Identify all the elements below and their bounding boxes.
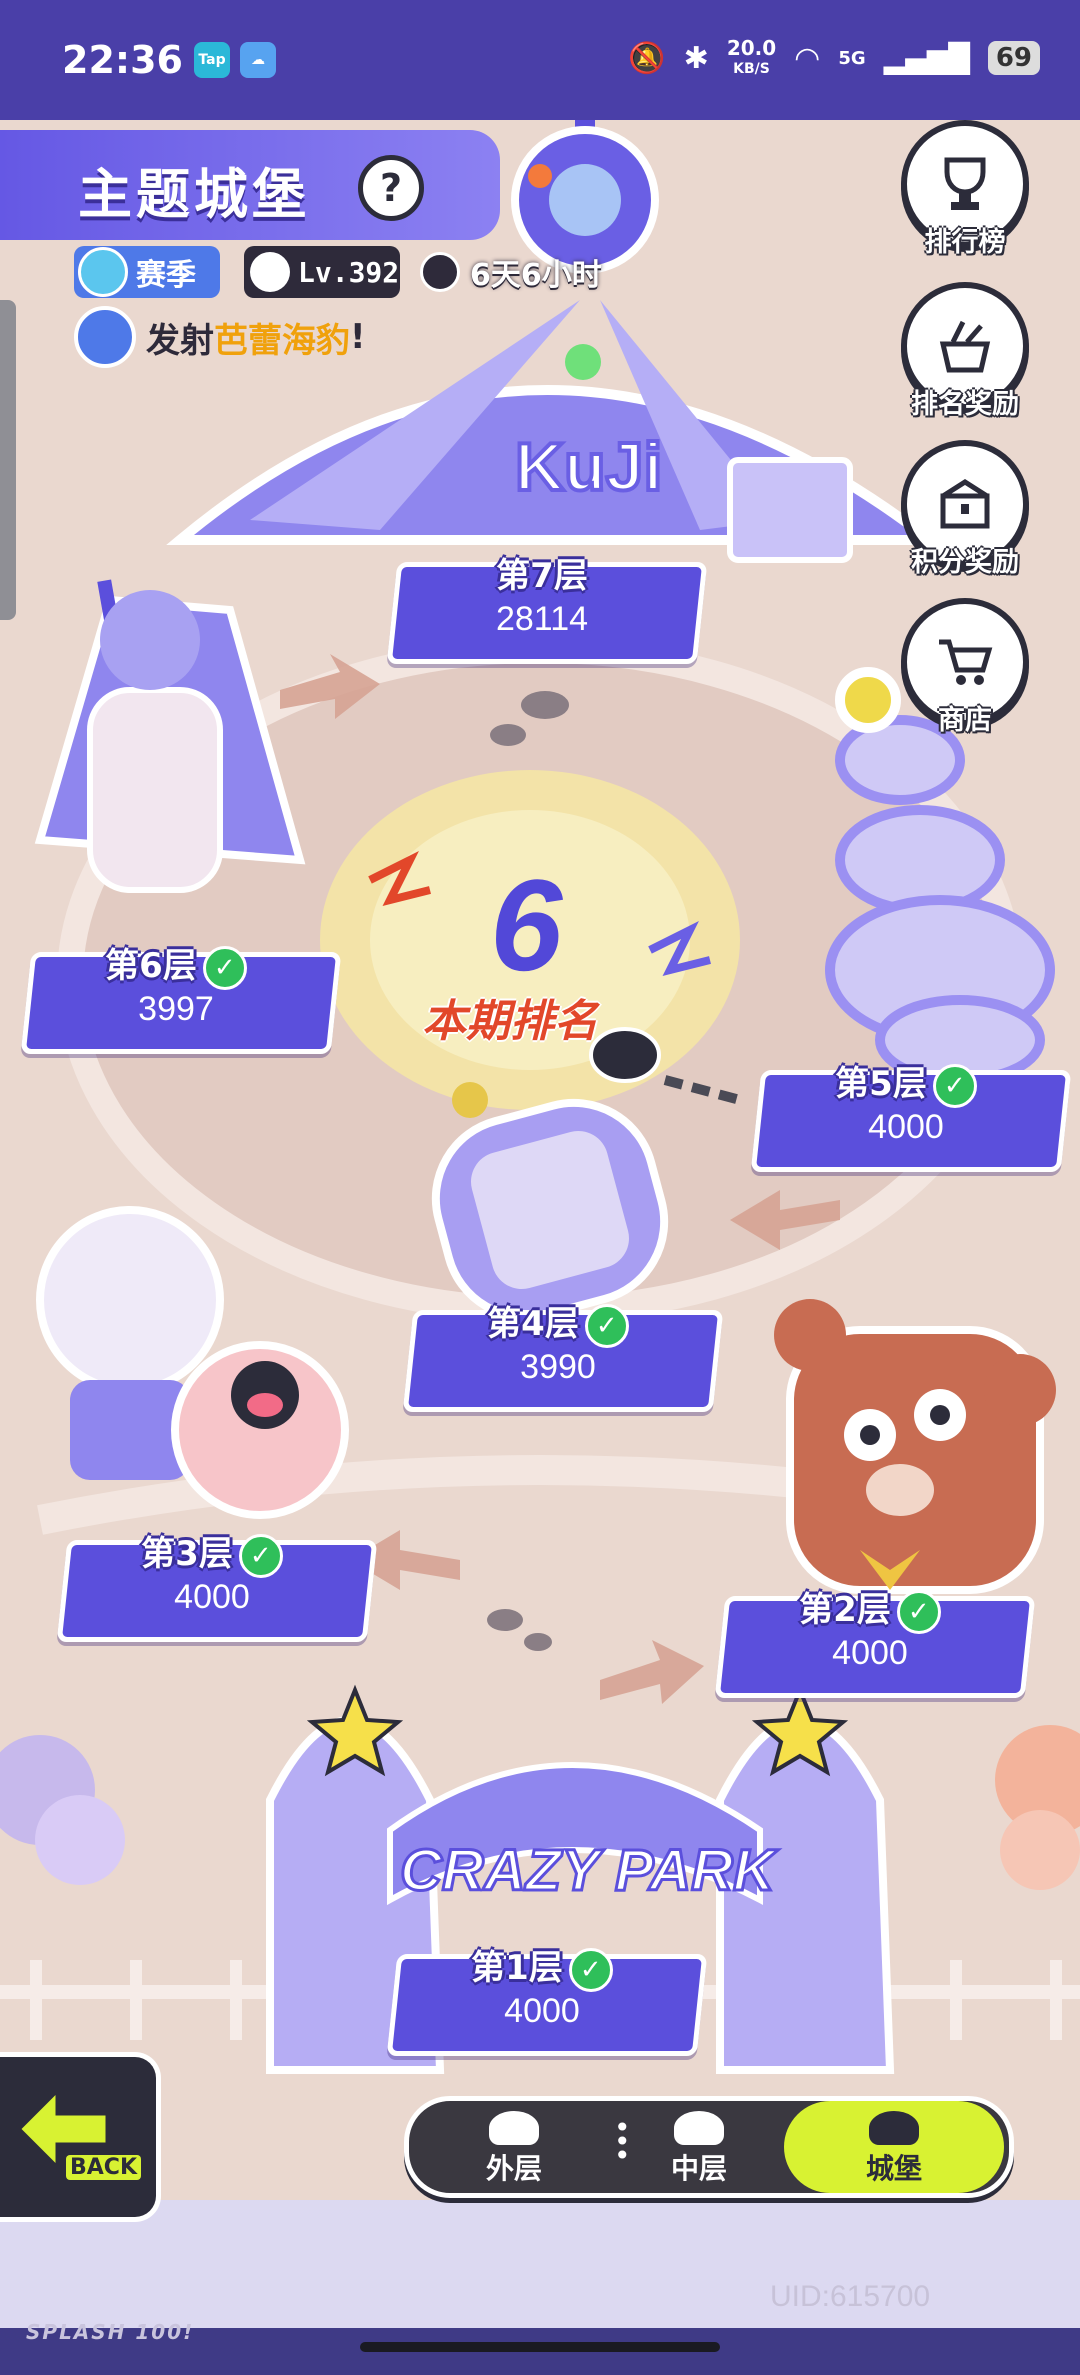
current-rank-label: 本期排名 (422, 996, 598, 1047)
current-rank-number: 6 (490, 852, 563, 998)
floor-6-score: 3997 (138, 990, 214, 1028)
tab-middle-layer[interactable]: 中层 (614, 2101, 784, 2193)
task-banner[interactable]: 发射 芭蕾海豹! (74, 306, 366, 368)
level-badge: Lv.392 (244, 246, 400, 298)
check-icon: ✓ (932, 1063, 977, 1108)
check-icon: ✓ (896, 1589, 941, 1634)
mute-icon: 🔕 (628, 40, 666, 76)
signal-icon: ▂▄▆█ (883, 41, 970, 75)
network-5g: 5G (838, 47, 866, 69)
rank-reward-label: 排名奖励 (911, 389, 1019, 420)
page-title: 主题城堡 (78, 163, 310, 226)
status-time: 22:36 (62, 38, 183, 82)
outer-layer-icon (489, 2111, 539, 2145)
floor-4-name: 第4层 ✓ (408, 1296, 708, 1348)
castle-icon (869, 2111, 919, 2145)
help-button[interactable]: ? (358, 155, 424, 221)
gate-sign-text: CRAZY PARK (400, 1838, 779, 1903)
floor-7-score: 28114 (495, 600, 589, 638)
points-reward-button[interactable]: 积分奖励 (898, 440, 1032, 580)
tent-sign-text: KuJi (515, 429, 662, 505)
floor-4-score: 3990 (520, 1348, 596, 1386)
wifi-icon: ◠ (794, 40, 821, 76)
leaderboard-button[interactable]: 排行榜 (898, 120, 1032, 260)
check-icon: ✓ (202, 945, 247, 990)
task-highlight: 芭蕾海豹 (214, 320, 350, 361)
floor-5-score: 4000 (868, 1108, 944, 1146)
tab-middle-label: 中层 (670, 2152, 727, 2185)
weather-app-icon: ☁ (240, 42, 276, 78)
middle-layer-icon (674, 2111, 724, 2145)
bluetooth-icon: ✱ (683, 40, 709, 76)
shopping-cart-icon (939, 639, 993, 685)
tab-outer-label: 外层 (485, 2152, 542, 2185)
points-reward-label: 积分奖励 (911, 547, 1019, 578)
user-id: UID:615700 (770, 2280, 931, 2313)
seal-avatar-icon (250, 252, 290, 292)
floor-7-name: 第7层 (496, 556, 588, 596)
clock-icon (420, 252, 460, 292)
edge-handle[interactable] (0, 300, 16, 620)
floor-2-plaque[interactable]: 第2层 ✓ 4000 (714, 1582, 1036, 1698)
floor-6-name: 第6层 ✓ (26, 938, 326, 990)
treasure-chest-icon (940, 479, 990, 529)
leaderboard-label: 排行榜 (924, 227, 1006, 258)
floor-5-name: 第5层 ✓ (756, 1056, 1056, 1108)
taptap-app-icon: Tap (194, 42, 230, 78)
back-label: BACK (66, 2155, 141, 2180)
floor-7-plaque[interactable]: 第7层 28114 (386, 548, 708, 664)
season-icon (78, 247, 128, 297)
home-indicator[interactable] (360, 2342, 720, 2352)
status-bar: 22:36 Tap ☁ 🔕 ✱ 20.0 KB/S ◠ 5G ▂▄▆█ 69 (0, 0, 1080, 120)
check-icon: ✓ (238, 1533, 283, 1578)
shop-button[interactable]: 商店 (898, 598, 1032, 738)
target-icon (74, 306, 136, 368)
task-prefix: 发射 (146, 320, 214, 361)
shop-label: 商店 (938, 705, 992, 736)
game-logo: SPLASH 100! (26, 2320, 195, 2344)
floor-2-name: 第2层 ✓ (720, 1582, 1020, 1634)
floor-6-plaque[interactable]: 第6层 ✓ 3997 (20, 938, 342, 1054)
season-label: 赛季 (136, 258, 196, 293)
floor-1-score: 4000 (504, 1992, 580, 2030)
floor-4-plaque[interactable]: 第4层 ✓ 3990 (402, 1296, 724, 1412)
floor-5-plaque[interactable]: 第5层 ✓ 4000 (750, 1056, 1072, 1172)
season-badge[interactable]: 赛季 (74, 246, 220, 298)
timer-text: 6天6小时 (470, 258, 602, 293)
bear-floor2 (774, 1299, 1056, 1594)
check-icon: ✓ (584, 1303, 629, 1348)
level-text: Lv.392 (298, 255, 400, 289)
tab-outer-layer[interactable]: 外层 (429, 2101, 599, 2193)
floor-1-name: 第1层 ✓ (392, 1940, 692, 1992)
floor-3-name: 第3层 ✓ (62, 1526, 362, 1578)
floor-2-score: 4000 (832, 1634, 908, 1672)
gift-box-icon (939, 320, 991, 373)
floor-3-plaque[interactable]: 第3层 ✓ 4000 (56, 1526, 378, 1642)
check-icon: ✓ (568, 1947, 613, 1992)
back-button[interactable]: BACK (0, 2052, 161, 2222)
tab-castle[interactable]: 城堡 (784, 2101, 1004, 2193)
floor-3-score: 4000 (174, 1578, 250, 1616)
bottom-nav: 外层 • • • 中层 城堡 (404, 2096, 1014, 2198)
trophy-icon (944, 157, 986, 210)
net-speed: 20.0 KB/S (726, 35, 777, 77)
floor-1-plaque[interactable]: 第1层 ✓ 4000 (386, 1940, 708, 2056)
season-timer: 6天6小时 (420, 250, 602, 294)
battery-indicator: 69 (987, 41, 1040, 75)
status-right: 🔕 ✱ 20.0 KB/S ◠ 5G ▂▄▆█ 69 (628, 36, 1040, 80)
task-suffix: ! (350, 317, 366, 357)
tab-castle-label: 城堡 (865, 2152, 922, 2185)
rank-reward-button[interactable]: 排名奖励 (898, 282, 1032, 422)
